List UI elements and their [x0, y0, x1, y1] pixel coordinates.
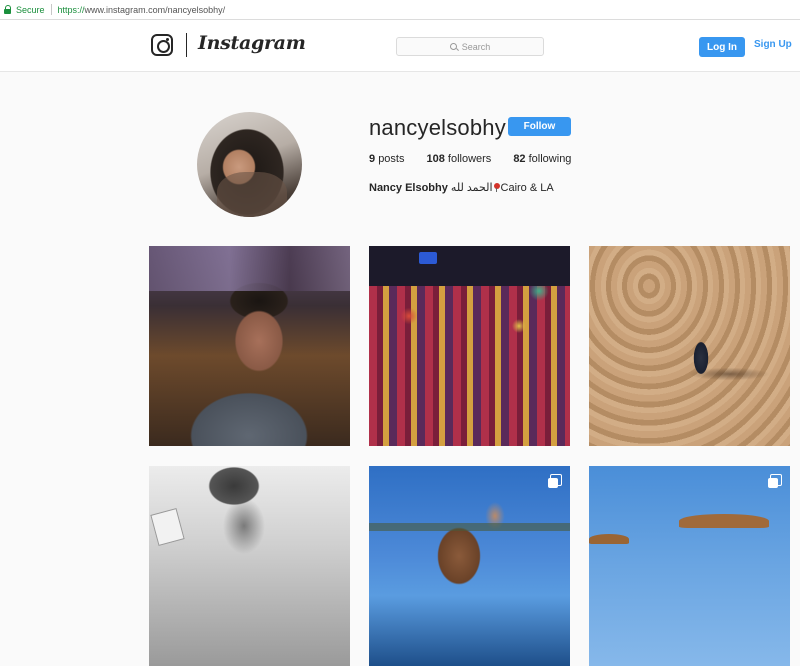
search-placeholder: Search	[461, 41, 491, 52]
address-divider	[50, 4, 52, 15]
following-count: 82	[513, 153, 526, 165]
profile-avatar	[197, 112, 302, 217]
post-thumbnail-3[interactable]	[589, 246, 790, 446]
profile-stats: 9 posts 108 followers 82 following	[369, 153, 593, 165]
secure-label: Secure	[16, 4, 45, 15]
bio-full-name: Nancy Elsobhy	[369, 182, 448, 194]
posts-count: 9	[369, 153, 376, 165]
search-input[interactable]: Search	[396, 37, 544, 56]
lock-icon	[4, 5, 12, 14]
login-button[interactable]: Log In	[699, 37, 745, 57]
instagram-wordmark[interactable]: Instagram	[198, 32, 306, 54]
bio-arabic-text: الحمد لله	[450, 182, 493, 194]
follow-button[interactable]: Follow	[508, 117, 571, 136]
logo-divider	[186, 33, 187, 57]
profile-bio: Nancy Elsobhy الحمد لله Cairo & LA	[369, 181, 554, 194]
posts-label: posts	[378, 153, 405, 165]
followers-stat[interactable]: 108 followers	[426, 153, 491, 165]
multiple-photos-icon	[548, 474, 562, 488]
post-thumbnail-4[interactable]	[149, 466, 350, 666]
url-path[interactable]: www.instagram.com/nancyelsobhy/	[85, 5, 226, 15]
following-label: following	[528, 153, 572, 165]
browser-address-bar[interactable]: Secure https://www.instagram.com/nancyel…	[0, 0, 800, 20]
signup-link[interactable]: Sign Up	[754, 39, 792, 50]
following-stat[interactable]: 82 following	[513, 153, 571, 165]
posts-stat: 9 posts	[369, 153, 404, 165]
location-pin-icon	[493, 183, 500, 192]
post-thumbnail-6[interactable]	[589, 466, 790, 666]
post-thumbnail-5[interactable]	[369, 466, 570, 666]
bio-location: Cairo & LA	[500, 182, 554, 194]
instagram-header: Instagram Search Log In Sign Up	[0, 20, 800, 72]
search-icon	[449, 43, 457, 50]
post-thumbnail-1[interactable]	[149, 246, 350, 446]
followers-label: followers	[447, 153, 492, 165]
instagram-camera-icon[interactable]	[151, 34, 173, 56]
followers-count: 108	[426, 153, 445, 165]
url-protocol[interactable]: https://	[58, 5, 85, 15]
post-thumbnail-2[interactable]	[369, 246, 570, 446]
multiple-photos-icon	[768, 474, 782, 488]
profile-username: nancyelsobhy	[369, 115, 506, 140]
